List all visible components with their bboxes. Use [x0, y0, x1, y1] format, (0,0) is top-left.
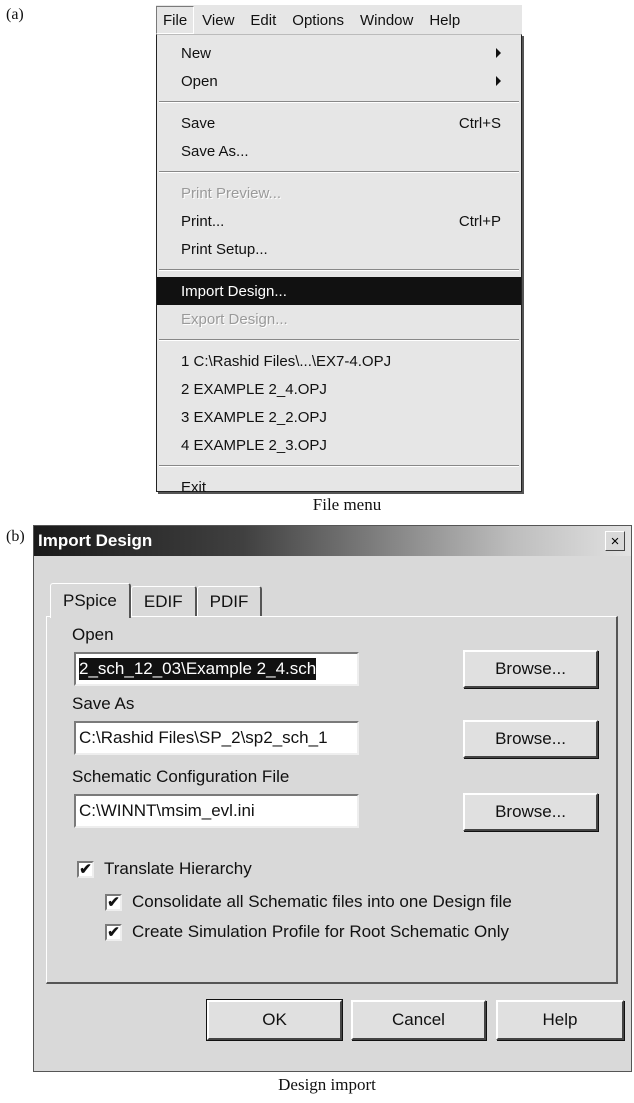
translate-hierarchy-label: Translate Hierarchy [104, 859, 252, 878]
save-as-field[interactable]: C:\Rashid Files\SP_2\sp2_sch_1 [74, 721, 359, 755]
import-design-dialog: Import Design × PSpice EDIF PDIF Open 2_… [33, 525, 632, 1072]
tab-panel-pspice: Open 2_sch_12_03\Example 2_4.sch Browse.… [46, 616, 618, 984]
save-as-field-value: C:\Rashid Files\SP_2\sp2_sch_1 [79, 728, 328, 747]
menu-separator [159, 269, 519, 271]
dialog-titlebar: Import Design × [34, 526, 631, 556]
ok-button[interactable]: OK [206, 999, 343, 1041]
figure-label-a: (a) [6, 6, 24, 23]
menu-file[interactable]: File [156, 6, 195, 34]
submenu-arrow-icon [496, 48, 501, 58]
dialog-tabs: PSpice EDIF PDIF [50, 582, 263, 618]
menu-item-open[interactable]: Open [157, 67, 521, 95]
menu-item-save-as-label: Save As... [181, 142, 249, 160]
menu-item-save-label: Save [181, 114, 216, 132]
menu-item-print-label: Print... [181, 212, 225, 230]
dialog-title: Import Design [38, 531, 153, 550]
caption-design-import: Design import [278, 1075, 376, 1094]
config-browse-button[interactable]: Browse... [463, 793, 598, 831]
menu-item-import-design-label: Import Design... [181, 282, 287, 300]
config-file-field[interactable]: C:\WINNT\msim_evl.ini [74, 794, 359, 828]
menu-window[interactable]: Window [352, 7, 421, 33]
menu-item-print-preview: Print Preview... [157, 179, 521, 207]
open-field-value: 2_sch_12_03\Example 2_4.sch [79, 658, 317, 680]
config-file-label: Schematic Configuration File [72, 767, 290, 786]
menu-options[interactable]: Options [284, 7, 352, 33]
tab-pspice[interactable]: PSpice [50, 583, 131, 618]
close-icon[interactable]: × [605, 531, 625, 551]
open-field[interactable]: 2_sch_12_03\Example 2_4.sch [74, 652, 359, 686]
consolidate-label: Consolidate all Schematic files into one… [132, 892, 512, 911]
cancel-button[interactable]: Cancel [351, 1000, 486, 1040]
menu-item-recent-1[interactable]: 1 C:\Rashid Files\...\EX7-4.OPJ [157, 347, 521, 375]
recent-file-label: 3 EXAMPLE 2_2.OPJ [181, 408, 327, 426]
consolidate-row: ✔ Consolidate all Schematic files into o… [105, 892, 512, 912]
menu-item-recent-4[interactable]: 4 EXAMPLE 2_3.OPJ [157, 431, 521, 459]
menu-view[interactable]: View [194, 7, 242, 33]
simulation-profile-row: ✔ Create Simulation Profile for Root Sch… [105, 922, 509, 942]
tab-pdif[interactable]: PDIF [196, 586, 263, 617]
menu-item-exit-label: Exit [181, 478, 207, 496]
menu-item-print-shortcut: Ctrl+P [458, 212, 501, 230]
file-menu-dropdown: New Open Save Ctrl+S Save As... Print Pr… [156, 34, 522, 496]
submenu-arrow-icon [496, 76, 501, 86]
menu-item-new[interactable]: New [157, 39, 521, 67]
menu-separator [159, 339, 519, 341]
menu-bar: File View Edit Options Window Help [155, 4, 522, 35]
open-browse-button[interactable]: Browse... [463, 650, 598, 688]
save-as-browse-button[interactable]: Browse... [463, 720, 598, 758]
menu-help[interactable]: Help [421, 7, 468, 33]
menu-edit[interactable]: Edit [242, 7, 284, 33]
menu-item-import-design[interactable]: Import Design... [157, 277, 521, 305]
menu-item-save-as[interactable]: Save As... [157, 137, 521, 165]
menu-item-open-label: Open [181, 72, 218, 90]
menu-item-print[interactable]: Print... Ctrl+P [157, 207, 521, 235]
translate-hierarchy-row: ✔ Translate Hierarchy [77, 859, 252, 879]
menu-separator [159, 465, 519, 467]
menu-item-save[interactable]: Save Ctrl+S [157, 109, 521, 137]
tab-edif[interactable]: EDIF [130, 586, 197, 617]
save-as-label: Save As [72, 694, 135, 713]
consolidate-checkbox[interactable]: ✔ [105, 893, 122, 911]
simulation-profile-label: Create Simulation Profile for Root Schem… [132, 922, 509, 941]
menu-item-save-shortcut: Ctrl+S [458, 114, 501, 132]
simulation-profile-checkbox[interactable]: ✔ [105, 923, 122, 941]
menu-separator [159, 101, 519, 103]
menu-item-new-label: New [181, 44, 212, 62]
menu-separator [159, 171, 519, 173]
caption-file-menu: File menu [312, 495, 382, 514]
menu-item-recent-2[interactable]: 2 EXAMPLE 2_4.OPJ [157, 375, 521, 403]
menu-item-print-setup[interactable]: Print Setup... [157, 235, 521, 263]
menu-item-print-preview-label: Print Preview... [181, 184, 282, 202]
menu-item-export-design: Export Design... [157, 305, 521, 333]
menu-item-print-setup-label: Print Setup... [181, 240, 268, 258]
help-button[interactable]: Help [496, 1000, 624, 1040]
recent-file-label: 4 EXAMPLE 2_3.OPJ [181, 436, 327, 454]
open-label: Open [72, 625, 114, 644]
menu-item-recent-3[interactable]: 3 EXAMPLE 2_2.OPJ [157, 403, 521, 431]
recent-file-label: 2 EXAMPLE 2_4.OPJ [181, 380, 327, 398]
figure-label-b: (b) [6, 528, 25, 545]
translate-hierarchy-checkbox[interactable]: ✔ [77, 860, 94, 878]
menu-item-export-design-label: Export Design... [181, 310, 288, 328]
config-file-field-value: C:\WINNT\msim_evl.ini [79, 801, 255, 820]
recent-file-label: 1 C:\Rashid Files\...\EX7-4.OPJ [181, 352, 392, 370]
